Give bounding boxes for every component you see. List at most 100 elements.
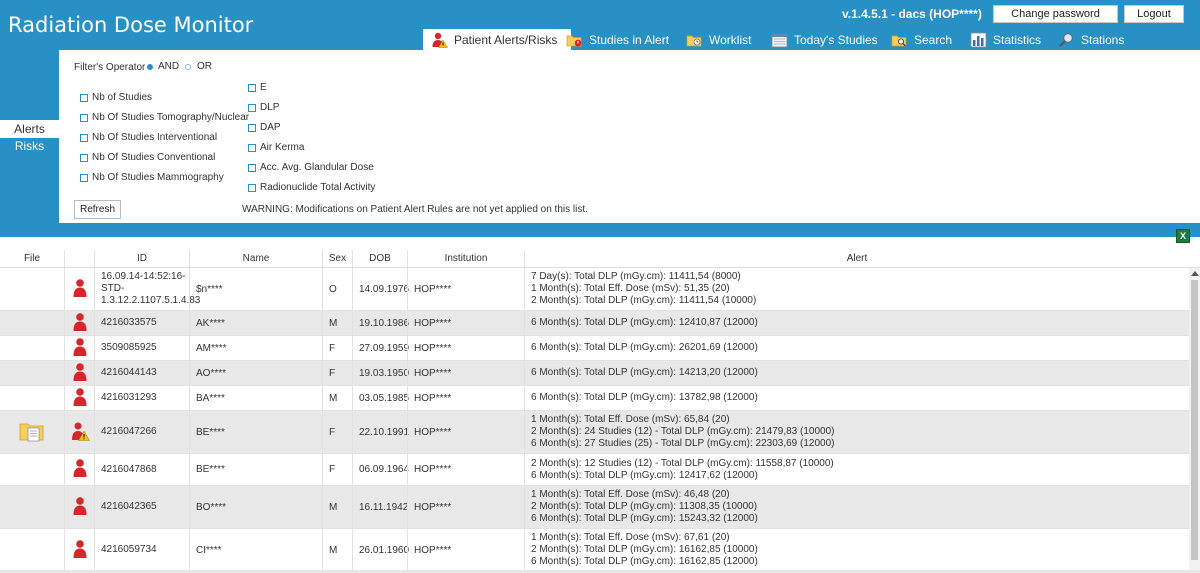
- dap-checkbox[interactable]: [248, 124, 256, 132]
- patient-id-cell: 4216042365: [94, 486, 189, 528]
- sex-cell: O: [322, 268, 352, 310]
- checkbox-label: Nb of Studies: [92, 92, 153, 103]
- patient-alert-icon: [72, 387, 88, 410]
- tab-todays-studies[interactable]: Today's Studies: [771, 29, 878, 50]
- table-row[interactable]: 4216047266 BE**** F 22.10.1991 HOP**** 1 Mont…: [0, 411, 1189, 454]
- vertical-scrollbar[interactable]: [1189, 268, 1200, 570]
- tab-label: Studies in Alert: [589, 32, 670, 47]
- patient-alert-icon: [72, 337, 88, 360]
- table-row[interactable]: 16.09.14-14:52:16- STD- 1.3.12.2.1107.5.1.…: [0, 268, 1189, 311]
- alert-cell: 6 Month(s): Total DLP (mGy.cm): 13782,98…: [524, 386, 1189, 410]
- patient-alert-icon: [72, 496, 88, 519]
- operator-and-radio[interactable]: [147, 64, 153, 70]
- patient-id-cell: 4216047868: [94, 454, 189, 485]
- patient-name-cell: BO****: [189, 486, 322, 528]
- tab-label: Statistics: [993, 32, 1042, 47]
- patient-id: 4216031293: [101, 392, 157, 403]
- alert-line: 2 Month(s): 12 Studies (12) - Total DLP …: [531, 457, 834, 469]
- dob-cell: 19.03.1950: [352, 361, 409, 385]
- e-checkbox[interactable]: [248, 84, 256, 92]
- app-header: Radiation Dose Monitor v.1.4.5.1 - dacs …: [0, 0, 1200, 51]
- sex-cell: F: [322, 454, 352, 485]
- sex-cell: F: [322, 336, 352, 360]
- file-cell: [0, 454, 64, 485]
- column-header-sex[interactable]: Sex: [322, 250, 352, 268]
- alert-line: 6 Month(s): 27 Studies (25) - Total DLP …: [531, 438, 835, 449]
- change-password-button[interactable]: Change password: [993, 5, 1118, 23]
- column-header-alert[interactable]: Alert: [524, 250, 1189, 268]
- search-folder-icon: [891, 32, 908, 48]
- column-header-id[interactable]: ID: [94, 250, 189, 268]
- scroll-thumb[interactable]: [1191, 280, 1198, 560]
- refresh-button[interactable]: Refresh: [74, 200, 121, 219]
- tab-stations[interactable]: Stations: [1058, 29, 1124, 50]
- tab-label: Patient Alerts/Risks: [454, 33, 558, 47]
- folder-document-icon[interactable]: [19, 420, 45, 445]
- column-header-file[interactable]: File: [0, 250, 64, 268]
- alert-line: 6 Month(s): Total DLP (mGy.cm): 13782,98…: [531, 392, 758, 403]
- tab-label: Search: [914, 32, 953, 47]
- alert-cell: 1 Month(s): Total Eff. Dose (mSv): 46,48…: [524, 486, 1189, 528]
- nb-studies-checkbox[interactable]: [80, 94, 88, 102]
- patient-id-cell: 3509085925: [94, 336, 189, 360]
- nb-interventional-checkbox[interactable]: [80, 134, 88, 142]
- nb-mammography-checkbox[interactable]: [80, 174, 88, 182]
- tab-studies-in-alert[interactable]: Studies in Alert: [566, 29, 669, 50]
- operator-or-label: OR: [197, 61, 212, 72]
- file-cell: [0, 386, 64, 410]
- patient-name-cell: AM****: [189, 336, 322, 360]
- patient-id-cell: 4216031293: [94, 386, 189, 410]
- patient-id: STD-: [101, 283, 125, 294]
- warning-message: WARNING: Modifications on Patient Alert …: [242, 204, 588, 215]
- tab-search[interactable]: Search: [891, 29, 952, 50]
- file-cell: [0, 311, 64, 335]
- institution-cell: HOP****: [407, 454, 524, 485]
- sidebar-item-risks[interactable]: Risks: [0, 138, 59, 223]
- alert-line: 1 Month(s): Total Eff. Dose (mSv): 65,84…: [531, 414, 730, 425]
- tab-label: Worklist: [709, 32, 752, 47]
- scroll-up-icon[interactable]: [1191, 271, 1199, 276]
- tab-label: Today's Studies: [794, 32, 878, 47]
- column-header-dob[interactable]: DOB: [352, 250, 407, 268]
- dob-cell: 26.01.1960: [352, 529, 409, 570]
- table-row[interactable]: 4216033575 AK**** M 19.10.1986 HOP**** 6 Mont…: [0, 311, 1189, 336]
- alert-cell: 2 Month(s): 12 Studies (12) - Total DLP …: [524, 454, 1189, 485]
- sex-cell: M: [322, 529, 352, 570]
- dob-cell: 22.10.1991: [352, 411, 409, 453]
- table-row[interactable]: 4216059734 CI**** M 26.01.1960 HOP**** 1 Mont…: [0, 529, 1189, 570]
- tab-worklist[interactable]: Worklist: [686, 29, 751, 50]
- worklist-icon: [686, 32, 703, 48]
- institution-cell: HOP****: [407, 336, 524, 360]
- table-row[interactable]: 4216047868 BE**** F 06.09.1964 HOP**** 2 Mont…: [0, 454, 1189, 486]
- status-cell: [64, 311, 94, 335]
- table-row[interactable]: 3509085925 AM**** F 27.09.1959 HOP**** 6 Mont…: [0, 336, 1189, 361]
- table-row[interactable]: 4216031293 BA**** M 03.05.1985 HOP**** 6 Mont…: [0, 386, 1189, 411]
- radionuclide-activity-checkbox[interactable]: [248, 184, 256, 192]
- dlp-checkbox[interactable]: [248, 104, 256, 112]
- filter-operator-label: Filter's Operator: [74, 62, 146, 73]
- alert-line: 1 Month(s): Total Eff. Dose (mSv): 51,35…: [531, 283, 730, 294]
- tab-patient-alerts[interactable]: Patient Alerts/Risks: [423, 29, 572, 51]
- dob-cell: 27.09.1959: [352, 336, 409, 360]
- alert-line: 6 Month(s): Total DLP (mGy.cm): 15243,32…: [531, 513, 758, 524]
- magnifier-icon: [1058, 32, 1075, 48]
- tab-statistics[interactable]: Statistics: [970, 29, 1041, 50]
- status-cell: [64, 386, 94, 410]
- file-cell: [0, 361, 64, 385]
- nb-conventional-checkbox[interactable]: [80, 154, 88, 162]
- nb-tomography-checkbox[interactable]: [80, 114, 88, 122]
- table-row[interactable]: 4216042365 BO**** M 16.11.1942 HOP**** 1 Mont…: [0, 486, 1189, 529]
- institution-cell: HOP****: [407, 361, 524, 385]
- patient-warning-icon: [70, 421, 90, 444]
- patient-id: 3509085925: [101, 342, 157, 353]
- air-kerma-checkbox[interactable]: [248, 144, 256, 152]
- table-row[interactable]: 4216044143 AO**** F 19.03.1950 HOP**** 6 Mont…: [0, 361, 1189, 386]
- patient-id: 4216033575: [101, 317, 157, 328]
- logout-button[interactable]: Logout: [1124, 5, 1184, 23]
- sidebar-item-alerts[interactable]: Alerts: [0, 120, 59, 138]
- operator-or-radio[interactable]: [185, 64, 191, 70]
- column-header-institution[interactable]: Institution: [407, 250, 524, 268]
- column-header-name[interactable]: Name: [189, 250, 322, 268]
- glandular-dose-checkbox[interactable]: [248, 164, 256, 172]
- excel-icon[interactable]: X: [1176, 229, 1190, 243]
